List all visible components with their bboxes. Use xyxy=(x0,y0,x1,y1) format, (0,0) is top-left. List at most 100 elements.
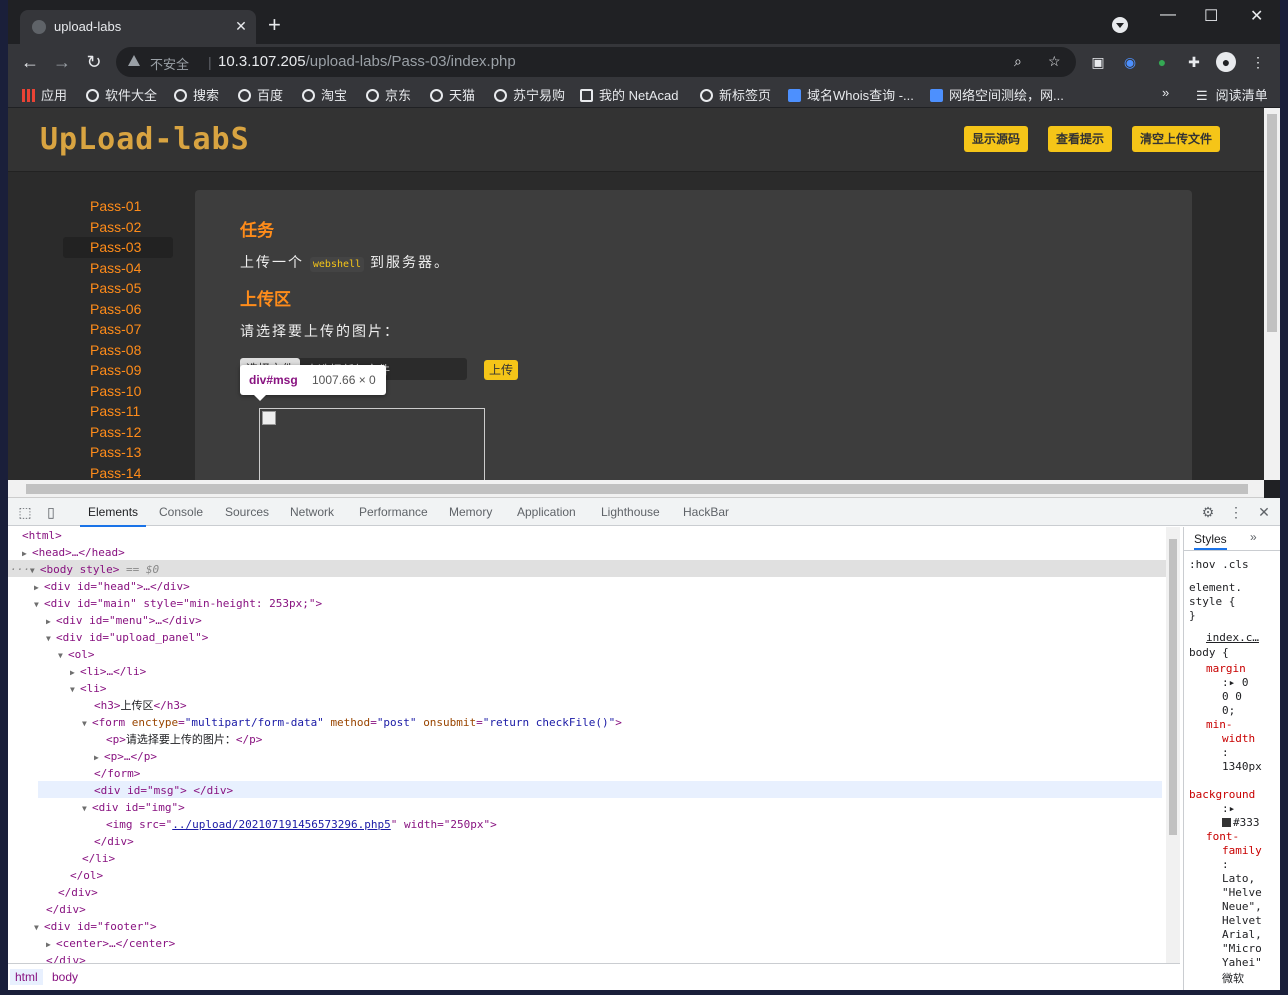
tab-memory[interactable]: Memory xyxy=(449,505,492,519)
show-source-button[interactable]: 显示源码 xyxy=(964,126,1029,152)
collapse-icon[interactable]: ▼ xyxy=(82,715,92,732)
dom-node[interactable]: </ol> xyxy=(70,867,103,884)
css-value[interactable]: 0; xyxy=(1222,704,1235,717)
bookmark-item[interactable]: 应用 xyxy=(22,85,67,104)
browser-tab[interactable]: upload-labs ✕ xyxy=(20,10,256,44)
dom-node[interactable]: ▼ <div id="upload_panel"> xyxy=(46,629,208,646)
menu-item-pass-08[interactable]: Pass-08 xyxy=(63,340,173,361)
elements-scrollbar[interactable] xyxy=(1166,527,1180,963)
menu-item-pass-10[interactable]: Pass-10 xyxy=(63,381,173,402)
reading-list-button[interactable]: ☰ 阅读清单 xyxy=(1196,85,1268,104)
new-tab-button[interactable]: + xyxy=(268,14,281,36)
css-value[interactable]: 微软 xyxy=(1222,970,1244,986)
dom-node[interactable]: ▶ <div id="menu">…</div> xyxy=(46,612,202,629)
bookmark-item[interactable]: 天猫 xyxy=(430,85,475,104)
bookmark-item[interactable]: 新标签页 xyxy=(700,85,771,104)
dom-node-msg[interactable]: <div id="msg"> </div> xyxy=(94,782,233,799)
device-toolbar-icon[interactable]: ▯ xyxy=(42,503,60,521)
bookmark-item[interactable]: 苏宁易购 xyxy=(494,85,565,104)
css-value[interactable]: 1340px xyxy=(1222,760,1262,773)
bookmark-item[interactable]: 京东 xyxy=(366,85,411,104)
extensions-puzzle-icon[interactable]: ✚ xyxy=(1184,52,1204,72)
menu-item-pass-11[interactable]: Pass-11 xyxy=(63,401,173,422)
menu-item-pass-01[interactable]: Pass-01 xyxy=(63,196,173,217)
expand-icon[interactable]: ▶ xyxy=(94,749,104,766)
devtools-menu-icon[interactable]: ⋮ xyxy=(1227,503,1245,521)
dom-node[interactable]: ▼ <ol> xyxy=(58,646,95,663)
bookmark-item[interactable]: 网络空间测绘，网... xyxy=(930,85,1064,104)
chrome-menu-icon[interactable]: ⋮ xyxy=(1248,52,1268,72)
css-value[interactable]: : xyxy=(1222,858,1229,871)
dom-node[interactable]: </div> xyxy=(46,952,86,963)
maximize-icon[interactable]: ☐ xyxy=(1204,6,1218,26)
expand-icon[interactable]: ▶ xyxy=(46,936,56,953)
settings-gear-icon[interactable]: ⚙ xyxy=(1199,503,1217,521)
page-horizontal-scrollbar[interactable] xyxy=(8,480,1264,498)
dom-node-form[interactable]: ▼ <form enctype="multipart/form-data" met… xyxy=(82,714,622,731)
collapse-icon[interactable]: ▼ xyxy=(34,919,44,936)
tab-close-icon[interactable]: ✕ xyxy=(232,17,250,35)
back-icon[interactable]: ← xyxy=(18,50,42,74)
css-property[interactable]: font- xyxy=(1206,830,1239,843)
dom-node[interactable]: </div> xyxy=(94,833,134,850)
tab-application[interactable]: Application xyxy=(517,505,576,519)
menu-item-pass-06[interactable]: Pass-06 xyxy=(63,299,173,320)
dom-node-body[interactable]: ···▼ <body style> == $0 xyxy=(10,561,159,578)
dom-node[interactable]: ▼ <div id="main" style="min-height: 253px… xyxy=(34,595,322,612)
extension-green-icon[interactable]: ● xyxy=(1152,52,1172,72)
collapse-icon[interactable]: ▼ xyxy=(82,800,92,817)
collapse-icon[interactable]: ▼ xyxy=(58,647,68,664)
css-value[interactable]: Lato, xyxy=(1222,872,1255,885)
tab-network[interactable]: Network xyxy=(290,505,334,519)
css-value[interactable]: :▸ xyxy=(1222,802,1235,815)
image-src-link[interactable]: ../upload/202107191456573296.php5 xyxy=(172,818,391,831)
dom-node[interactable]: <p>请选择要上传的图片：</p> xyxy=(106,731,262,748)
css-property[interactable]: background xyxy=(1189,788,1255,801)
minimize-icon[interactable]: — xyxy=(1160,6,1176,24)
collapse-icon[interactable]: ▼ xyxy=(46,630,56,647)
dom-node-img[interactable]: <img src="../upload/202107191456573296.p… xyxy=(106,816,497,833)
expand-icon[interactable]: ▶ xyxy=(46,613,56,630)
more-bookmarks-button[interactable]: » xyxy=(1162,85,1169,100)
css-value[interactable]: : xyxy=(1222,746,1229,759)
tab-hackbar[interactable]: HackBar xyxy=(683,505,729,519)
bookmark-star-icon[interactable]: ☆ xyxy=(1048,53,1061,70)
extension-badge-icon[interactable]: ◉ xyxy=(1120,52,1140,72)
bookmark-item[interactable]: 淘宝 xyxy=(302,85,347,104)
tab-styles[interactable]: Styles xyxy=(1194,532,1227,550)
css-property[interactable]: margin xyxy=(1206,662,1246,675)
breadcrumb-body[interactable]: body xyxy=(52,970,78,984)
tab-search-icon[interactable] xyxy=(1112,17,1128,33)
collapse-icon[interactable]: ▼ xyxy=(34,596,44,613)
menu-item-pass-14[interactable]: Pass-14 xyxy=(63,463,173,481)
menu-item-pass-09[interactable]: Pass-09 xyxy=(63,360,173,381)
expand-icon[interactable]: ▶ xyxy=(22,545,32,562)
dom-node[interactable]: ▶ <p>…</p> xyxy=(94,748,157,765)
css-value[interactable]: Neue", xyxy=(1222,900,1262,913)
dom-node[interactable]: ▶ <li>…</li> xyxy=(70,663,146,680)
dom-node[interactable]: <html> xyxy=(22,527,62,544)
tab-performance[interactable]: Performance xyxy=(359,505,428,519)
page-vertical-scrollbar[interactable] xyxy=(1264,108,1280,480)
css-value[interactable]: Arial, xyxy=(1222,928,1262,941)
dom-node[interactable]: </form> xyxy=(94,765,140,782)
dom-node[interactable]: </div> xyxy=(58,884,98,901)
dom-node[interactable]: </li> xyxy=(82,850,115,867)
tab-lighthouse[interactable]: Lighthouse xyxy=(601,505,660,519)
dom-node[interactable]: ▶ <div id="head">…</div> xyxy=(34,578,190,595)
dom-node[interactable]: </div> xyxy=(46,901,86,918)
collapse-icon[interactable]: ▼ xyxy=(70,681,80,698)
css-value[interactable]: #333 xyxy=(1222,816,1260,829)
css-value[interactable]: :▸ 0 xyxy=(1222,676,1249,689)
dom-node[interactable]: ▼ <div id="footer"> xyxy=(34,918,157,935)
css-value[interactable]: Yahei" xyxy=(1222,956,1262,969)
bookmark-item[interactable]: 我的 NetAcad xyxy=(580,85,678,104)
forward-icon[interactable]: → xyxy=(50,50,74,74)
css-value[interactable]: "Micro xyxy=(1222,942,1262,955)
tab-elements[interactable]: Elements xyxy=(79,505,147,527)
css-value[interactable]: Helvet xyxy=(1222,914,1262,927)
dom-node[interactable]: ▶ <center>…</center> xyxy=(46,935,175,952)
collapse-icon[interactable]: ▼ xyxy=(30,562,40,579)
bookmark-item[interactable]: 软件大全 xyxy=(86,85,157,104)
dom-node[interactable]: ▼ <li> xyxy=(70,680,107,697)
